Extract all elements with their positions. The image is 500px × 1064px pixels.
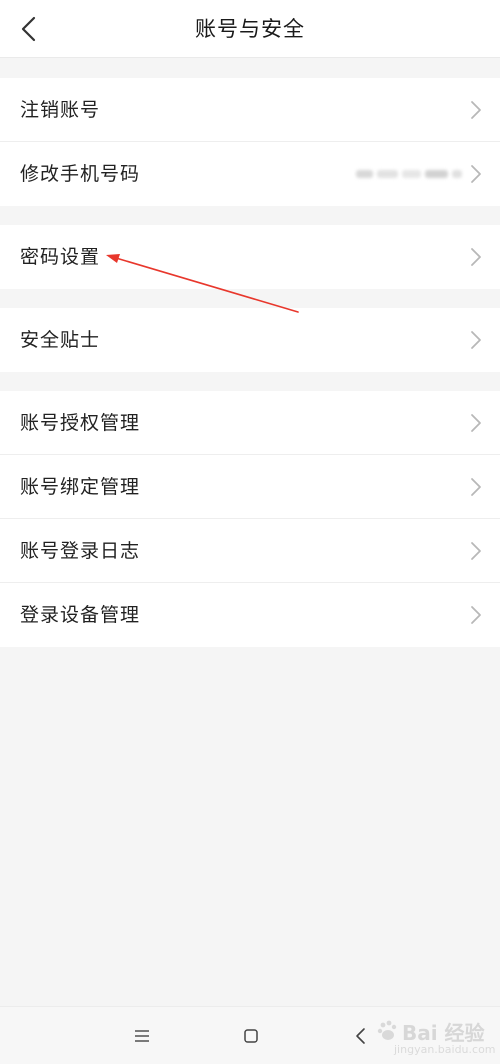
home-square-icon (244, 1029, 258, 1043)
row-label: 安全贴士 (20, 329, 101, 351)
chevron-right-icon (471, 414, 481, 432)
chevron-right-icon (471, 165, 481, 183)
row-cancel-account[interactable]: 注销账号 (0, 78, 500, 142)
blurred-phone-number (356, 168, 463, 180)
top-bar: 账号与安全 (0, 0, 500, 58)
row-login-log[interactable]: 账号登录日志 (0, 519, 500, 583)
row-label: 账号授权管理 (20, 412, 141, 434)
row-label: 密码设置 (20, 246, 101, 268)
row-change-phone[interactable]: 修改手机号码 (0, 142, 500, 206)
chevron-right-icon (471, 606, 481, 624)
row-device-management[interactable]: 登录设备管理 (0, 583, 500, 647)
chevron-right-icon (471, 542, 481, 560)
row-label: 账号登录日志 (20, 540, 141, 562)
row-account-binding[interactable]: 账号绑定管理 (0, 455, 500, 519)
settings-group-password: 密码设置 (0, 225, 500, 289)
nav-home-button[interactable] (235, 1021, 267, 1051)
watermark: Bai 经验 jingyan.baidu.com (376, 1015, 496, 1059)
row-label: 修改手机号码 (20, 163, 141, 185)
row-password-settings[interactable]: 密码设置 (0, 225, 500, 289)
watermark-brand: Bai 经验 (402, 1021, 485, 1045)
chevron-right-icon (471, 478, 481, 496)
row-security-tips[interactable]: 安全贴士 (0, 308, 500, 372)
menu-icon (135, 1030, 149, 1042)
chevron-right-icon (471, 248, 481, 266)
system-navigation-bar: Bai 经验 jingyan.baidu.com (0, 1006, 500, 1064)
settings-group-management: 账号授权管理 账号绑定管理 账号登录日志 登录设备管理 (0, 391, 500, 647)
paw-logo-icon (377, 1020, 397, 1040)
back-triangle-icon (356, 1028, 365, 1044)
settings-group-tips: 安全贴士 (0, 308, 500, 372)
row-account-authorization[interactable]: 账号授权管理 (0, 391, 500, 455)
chevron-right-icon (471, 331, 481, 349)
nav-back-button[interactable] (344, 1021, 376, 1051)
row-label: 注销账号 (20, 99, 101, 121)
nav-menu-button[interactable] (126, 1021, 158, 1051)
page-title: 账号与安全 (195, 17, 305, 41)
settings-group-account: 注销账号 修改手机号码 (0, 78, 500, 206)
chevron-right-icon (471, 101, 481, 119)
row-label: 登录设备管理 (20, 604, 141, 626)
row-label: 账号绑定管理 (20, 476, 141, 498)
watermark-subtitle: jingyan.baidu.com (394, 1043, 496, 1056)
